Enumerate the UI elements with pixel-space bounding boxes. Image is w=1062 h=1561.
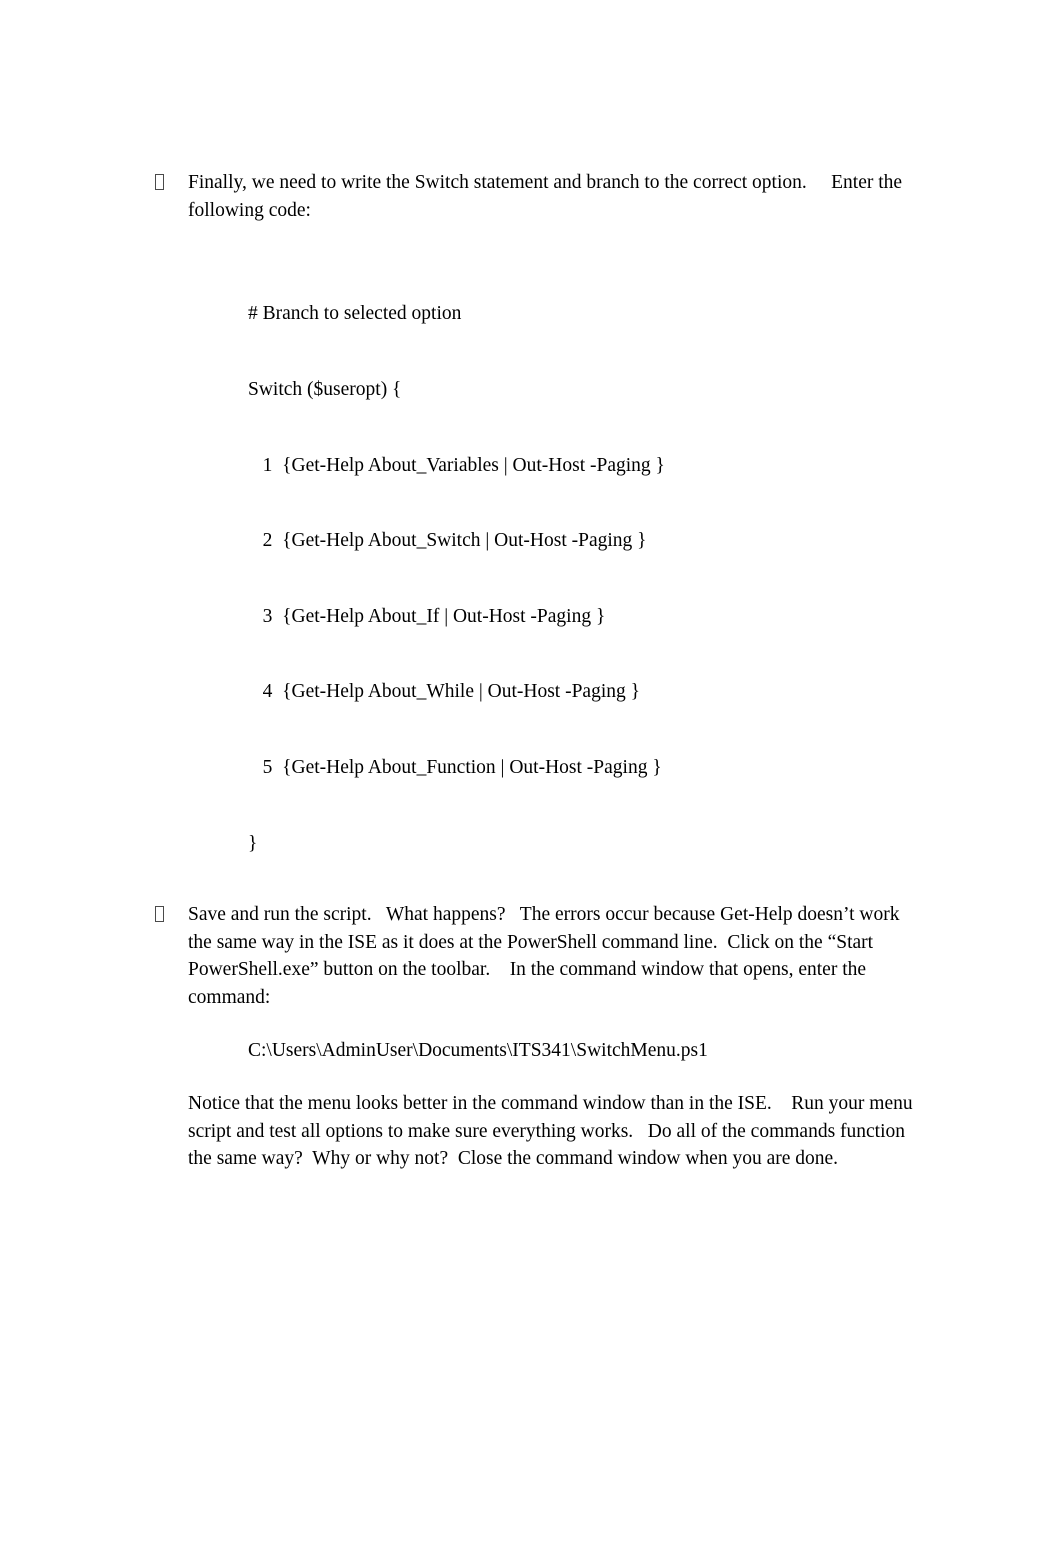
code-line: } [248, 832, 258, 854]
code-line: Switch ($useropt) { [248, 379, 402, 401]
list-item-text: Save and run the script. What happens? T… [188, 904, 905, 1008]
code-line: # Branch to selected option [248, 303, 462, 325]
code-line: 3 {Get-Help About_If | Out-Host -Paging … [248, 605, 606, 627]
bullet-marker-icon [155, 906, 164, 922]
document-page: Finally, we need to write the Switch sta… [0, 0, 1062, 1561]
list-item-text: Finally, we need to write the Switch sta… [188, 172, 907, 221]
code-line: 4 {Get-Help About_While | Out-Host -Pagi… [248, 681, 640, 703]
code-line: 2 {Get-Help About_Switch | Out-Host -Pag… [248, 530, 647, 552]
code-block: # Branch to selected option Switch ($use… [248, 251, 665, 906]
list-item: Finally, we need to write the Switch sta… [155, 169, 925, 224]
list-item: Save and run the script. What happens? T… [155, 901, 925, 1011]
command-path-text: C:\Users\AdminUser\Documents\ITS341\Swit… [248, 1040, 708, 1061]
bullet-marker-icon [155, 174, 164, 190]
code-line: 5 {Get-Help About_Function | Out-Host -P… [248, 757, 662, 779]
code-line: 1 {Get-Help About_Variables | Out-Host -… [248, 454, 665, 476]
closing-paragraph: Notice that the menu looks better in the… [188, 1093, 918, 1170]
